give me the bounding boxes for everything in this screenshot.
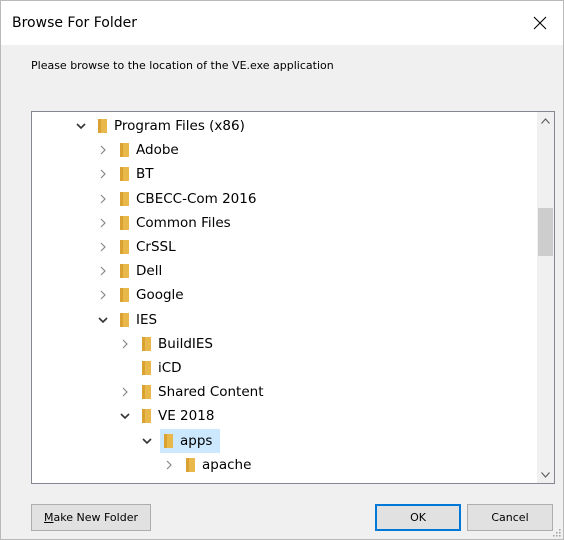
chevron-right-icon [166, 460, 172, 470]
expand-toggle[interactable] [118, 380, 132, 404]
close-button[interactable] [517, 1, 563, 45]
tree-item[interactable]: iCD [32, 356, 537, 380]
chevron-up-icon [541, 117, 550, 124]
chevron-right-icon [100, 242, 106, 252]
ok-button[interactable]: OK [375, 504, 461, 531]
tree-item[interactable]: Shared Content [32, 380, 537, 404]
chevron-right-icon [100, 290, 106, 300]
tree-item[interactable]: IES [32, 308, 537, 332]
chevron-right-icon [122, 339, 128, 349]
tree-item[interactable]: BuildIES [32, 332, 537, 356]
tree-item-label: CrSSL [136, 239, 176, 255]
tree-item[interactable]: apps [32, 428, 537, 453]
folder-icon [142, 409, 151, 424]
make-new-folder-label: ake New Folder [53, 511, 138, 524]
ok-label: OK [410, 511, 426, 524]
folder-icon [142, 385, 151, 400]
expand-toggle[interactable] [96, 211, 110, 235]
expand-toggle[interactable] [96, 283, 110, 307]
folder-icon [120, 312, 129, 327]
tree-item-label: BT [136, 166, 154, 183]
instruction-text: Please browse to the location of the VE.… [31, 59, 334, 72]
expand-toggle[interactable] [96, 187, 110, 211]
tree-item[interactable]: Common Files [32, 211, 537, 235]
window-title: Browse For Folder [12, 15, 138, 31]
tree-item[interactable]: CBECC-Com 2016 [32, 187, 537, 211]
cancel-button[interactable]: Cancel [467, 504, 553, 531]
tree-item-label: BuildIES [158, 335, 213, 352]
chevron-right-icon [100, 194, 106, 204]
tree-item-label: apps [180, 432, 213, 449]
tree-item-label: Dell [136, 263, 163, 280]
folder-icon [98, 119, 107, 133]
chevron-right-icon [100, 266, 106, 276]
chevron-down-icon [120, 413, 130, 420]
collapse-toggle[interactable] [118, 404, 132, 428]
collapse-toggle[interactable] [140, 429, 154, 453]
tree-item-label: IES [136, 311, 158, 328]
chevron-down-icon [76, 123, 86, 130]
tree-item[interactable]: BT [32, 162, 537, 186]
tree-item[interactable]: Dell [32, 259, 537, 283]
folder-icon [120, 191, 129, 206]
scroll-down-button[interactable] [537, 466, 554, 483]
collapse-toggle[interactable] [96, 308, 110, 332]
tree-item[interactable]: Adobe [32, 138, 537, 162]
folder-icon [120, 288, 129, 303]
resize-grip-icon[interactable] [551, 527, 561, 537]
tree-item-label: Shared Content [158, 384, 264, 401]
folder-icon [120, 264, 129, 279]
scroll-up-button[interactable] [537, 112, 554, 129]
tree-item-label: Common Files [136, 214, 231, 231]
tree-item-label: iCD [158, 360, 182, 376]
folder-icon [142, 361, 151, 375]
chevron-right-icon [100, 145, 106, 155]
folder-icon [120, 240, 129, 254]
browse-for-folder-dialog: Browse For Folder Please browse to the l… [0, 0, 564, 540]
make-new-folder-button[interactable]: Make New Folder [31, 504, 151, 531]
tree-item-label: VE 2018 [158, 408, 215, 425]
tree-item[interactable]: Program Files (x86) [32, 114, 537, 138]
tree-item-label: Program Files (x86) [114, 118, 245, 134]
cancel-label: Cancel [491, 511, 529, 524]
close-icon [533, 16, 547, 30]
folder-icon [120, 167, 129, 182]
scrollbar-thumb[interactable] [538, 208, 553, 256]
folder-icon [120, 215, 129, 230]
title-bar: Browse For Folder [1, 1, 563, 45]
expand-toggle[interactable] [118, 332, 132, 356]
folder-tree[interactable]: Program Files (x86) Adobe BT CBECC-Com 2016… [31, 111, 555, 484]
tree-item-label: Google [136, 287, 184, 304]
tree-item[interactable]: apache [32, 453, 537, 477]
expand-toggle[interactable] [96, 138, 110, 162]
collapse-toggle[interactable] [74, 114, 88, 138]
folder-tree-list: Program Files (x86) Adobe BT CBECC-Com 2016… [32, 112, 537, 483]
folder-icon [164, 433, 173, 448]
chevron-right-icon [122, 387, 128, 397]
tree-item[interactable]: CrSSL [32, 235, 537, 259]
tree-item-label: Adobe [136, 142, 179, 159]
chevron-down-icon [541, 471, 550, 478]
chevron-down-icon [98, 317, 108, 323]
folder-icon [186, 457, 195, 472]
chevron-right-icon [100, 169, 106, 179]
tree-item[interactable]: VE 2018 [32, 404, 537, 428]
tree-item[interactable]: Google [32, 283, 537, 307]
folder-icon [142, 336, 151, 351]
chevron-down-icon [142, 438, 152, 444]
expand-toggle[interactable] [162, 453, 176, 477]
tree-item-label: CBECC-Com 2016 [136, 190, 257, 207]
expand-toggle[interactable] [96, 259, 110, 283]
mnemonic-letter: M [44, 511, 54, 524]
folder-icon [120, 143, 129, 158]
expand-toggle[interactable] [96, 162, 110, 186]
expand-toggle[interactable] [96, 235, 110, 259]
chevron-right-icon [100, 218, 106, 228]
vertical-scrollbar[interactable] [537, 112, 554, 483]
tree-item-label: apache [202, 456, 252, 473]
